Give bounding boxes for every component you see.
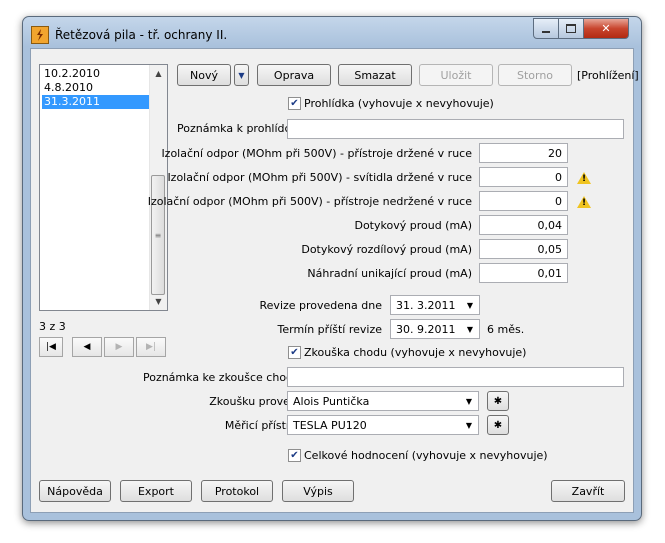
instrument-select[interactable]: TESLA PU120 ▼ [287,415,479,435]
listing-button[interactable]: Výpis [282,480,354,502]
list-item[interactable]: 4.8.2010 [42,81,152,95]
next-record-button[interactable]: ▶ [104,337,134,357]
protocol-button[interactable]: Protokol [201,480,273,502]
chevron-down-icon: ▼ [238,70,245,80]
first-record-button[interactable]: |◀ [39,337,63,357]
window-title: Řetězová pila - tř. ochrany II. [55,28,228,42]
list-scrollbar[interactable]: ▲ ≡ ▼ [149,65,167,310]
lightning-icon [31,26,49,44]
asterisk-icon: ✱ [493,419,503,431]
scroll-up-icon[interactable]: ▲ [150,65,167,82]
measurement-input[interactable]: 0,01 [479,263,568,283]
measurement-input[interactable]: 0 [479,191,568,211]
list-item-selected[interactable]: 31.3.2011 [42,95,152,109]
edit-button[interactable]: Oprava [257,64,331,86]
measurement-input[interactable]: 20 [479,143,568,163]
asterisk-icon: ✱ [493,395,503,407]
measurement-label: Dotykový rozdílový proud (mA) [301,243,472,256]
mode-indicator: [Prohlížení] [577,69,639,82]
tester-select[interactable]: Alois Puntička ▼ [287,391,479,411]
measurement-label: Izolační odpor (MOhm při 500V) - svítidl… [167,171,472,184]
check-icon: ✔ [290,346,299,358]
inspection-checkbox[interactable]: ✔ [288,97,301,110]
tester-value: Alois Puntička [293,394,370,408]
warning-triangle-icon: ! [577,172,591,184]
prev-record-button[interactable]: ◀ [72,337,102,357]
close-window-button[interactable]: ✕ [583,18,629,39]
close-icon: ✕ [601,22,611,35]
measurement-label: Náhradní unikající proud (mA) [307,267,472,280]
next-revision-label: Termín příští revize [277,323,383,336]
prev-icon: ◀ [83,342,91,352]
measurement-label: Izolační odpor (MOhm při 500V) - přístro… [161,147,472,160]
main-window: Řetězová pila - tř. ochrany II. ✕ 10.2.2… [22,16,642,521]
check-icon: ✔ [290,97,299,109]
revision-done-value: 31. 3.2011 [396,298,456,312]
chevron-down-icon[interactable]: ▼ [463,322,477,336]
function-test-note-input[interactable] [287,367,624,387]
chevron-down-icon[interactable]: ▼ [462,418,476,432]
first-icon: |◀ [46,342,56,352]
warning-triangle-icon: ! [577,196,591,208]
inspection-label: Prohlídka (vyhovuje x nevyhovuje) [304,97,494,110]
revision-interval: 6 měs. [487,323,525,336]
function-test-label: Zkouška chodu (vyhovuje x nevyhovuje) [304,346,527,359]
client-area: 10.2.2010 4.8.2010 31.3.2011 ▲ ≡ ▼ 3 z 3… [30,48,639,513]
measurement-input[interactable]: 0,04 [479,215,568,235]
measurement-input[interactable]: 0,05 [479,239,568,259]
inspection-note-input[interactable] [287,119,624,139]
instrument-lookup-button[interactable]: ✱ [487,415,509,435]
measurement-label: Dotykový proud (mA) [354,219,472,232]
measurement-label: Izolační odpor (MOhm při 500V) - přístro… [147,195,472,208]
revision-done-label: Revize provedena dne [259,299,382,312]
overall-checkbox[interactable]: ✔ [288,449,301,462]
function-test-checkbox[interactable]: ✔ [288,346,301,359]
record-position: 3 z 3 [39,320,66,333]
inspection-note-label: Poznámka k prohlídce [177,122,298,135]
overall-label: Celkové hodnocení (vyhovuje x nevyhovuje… [304,449,548,462]
list-item[interactable]: 10.2.2010 [42,67,152,81]
last-record-button[interactable]: ▶| [136,337,166,357]
instrument-value: TESLA PU120 [293,418,367,432]
close-button[interactable]: Zavřít [551,480,625,502]
scroll-thumb[interactable]: ≡ [151,175,165,295]
last-icon: ▶| [146,342,156,352]
record-list[interactable]: 10.2.2010 4.8.2010 31.3.2011 ▲ ≡ ▼ [39,64,168,311]
minimize-icon [542,30,550,33]
cancel-button[interactable]: Storno [498,64,572,86]
maximize-icon [566,24,576,33]
new-button[interactable]: Nový [177,64,231,86]
delete-button[interactable]: Smazat [338,64,412,86]
minimize-button[interactable] [533,18,559,39]
chevron-down-icon[interactable]: ▼ [462,394,476,408]
maximize-button[interactable] [558,18,584,39]
next-revision-date[interactable]: 30. 9.2011 ▼ [390,319,480,339]
revision-done-date[interactable]: 31. 3.2011 ▼ [390,295,480,315]
measurement-input[interactable]: 0 [479,167,568,187]
save-button[interactable]: Uložit [419,64,493,86]
function-test-note-label: Poznámka ke zkoušce chodu [142,371,300,384]
new-dropdown-button[interactable]: ▼ [234,64,249,86]
next-icon: ▶ [115,342,123,352]
scroll-down-icon[interactable]: ▼ [150,293,167,310]
chevron-down-icon[interactable]: ▼ [463,298,477,312]
next-revision-value: 30. 9.2011 [396,322,456,336]
help-button[interactable]: Nápověda [39,480,111,502]
export-button[interactable]: Export [120,480,192,502]
tester-lookup-button[interactable]: ✱ [487,391,509,411]
check-icon: ✔ [290,449,299,461]
